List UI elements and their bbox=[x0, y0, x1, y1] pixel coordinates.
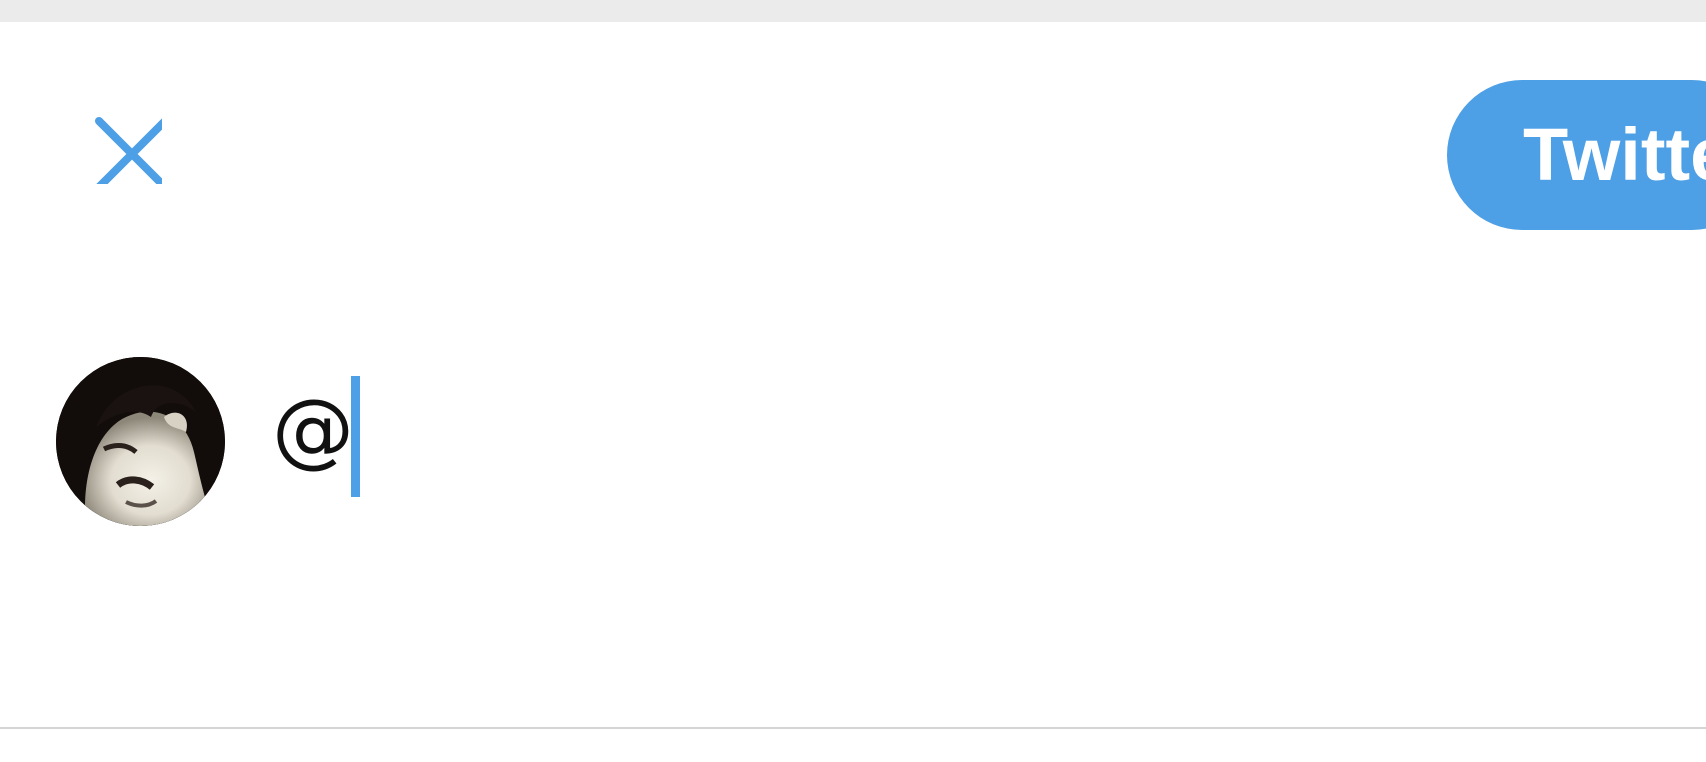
divider bbox=[0, 727, 1706, 729]
top-bar-strip bbox=[0, 0, 1706, 22]
tweet-button-label: Twitter bbox=[1523, 113, 1706, 196]
tweet-button[interactable]: Twitter bbox=[1447, 80, 1706, 230]
close-button[interactable] bbox=[84, 106, 162, 184]
text-caret bbox=[351, 376, 360, 497]
compose-text-value: @ bbox=[272, 382, 354, 477]
compose-input[interactable]: @ bbox=[272, 360, 1572, 510]
close-icon bbox=[95, 117, 162, 184]
avatar-photo bbox=[56, 357, 225, 526]
avatar[interactable] bbox=[56, 357, 225, 526]
